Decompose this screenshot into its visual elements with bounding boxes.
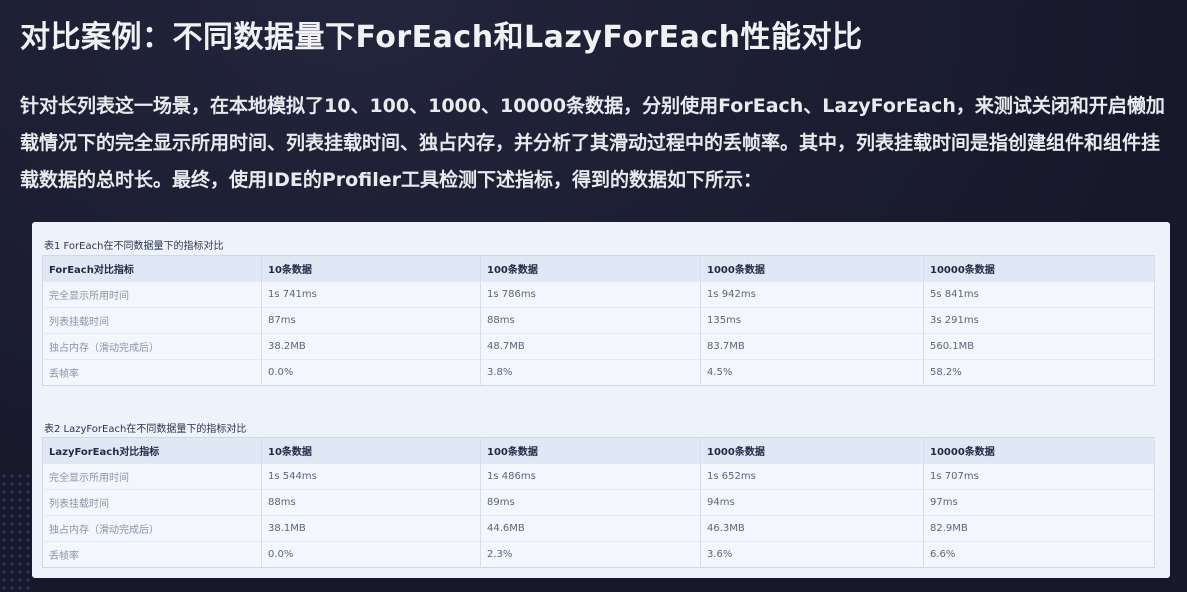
table-cell: 4.5% <box>700 359 924 386</box>
table-header-row: LazyForEach对比指标 10条数据 100条数据 1000条数据 100… <box>42 437 1155 464</box>
metric-name: 丢帧率 <box>42 359 262 386</box>
table-cell: 48.7MB <box>480 333 701 360</box>
table-cell: 83.7MB <box>700 333 924 360</box>
table-cell: 0.0% <box>261 541 481 568</box>
column-header: 100条数据 <box>480 255 701 282</box>
table-cell: 5s 841ms <box>923 281 1155 308</box>
table-row: 完全显示所用时间 1s 544ms 1s 486ms 1s 652ms 1s 7… <box>42 463 1155 490</box>
table-cell: 87ms <box>261 307 481 334</box>
table-cell: 1s 486ms <box>480 463 701 490</box>
table-cell: 0.0% <box>261 359 481 386</box>
table-caption: 表2 LazyForEach在不同数据量下的指标对比 <box>44 424 247 435</box>
table-row: 丢帧率 0.0% 2.3% 3.6% 6.6% <box>42 541 1155 568</box>
table-cell: 97ms <box>923 489 1155 516</box>
table-cell: 3s 291ms <box>923 307 1155 334</box>
metric-name: 独占内存（滑动完成后） <box>42 515 262 542</box>
metric-name: 独占内存（滑动完成后） <box>42 333 262 360</box>
slide-body-text: 针对长列表这一场景，在本地模拟了10、100、1000、10000条数据，分别使… <box>20 95 1165 191</box>
table-cell: 38.1MB <box>261 515 481 542</box>
table-cell: 3.6% <box>700 541 924 568</box>
tables-panel: 表1 ForEach在不同数据量下的指标对比 ForEach对比指标 10条数据… <box>32 222 1170 578</box>
table-row: 丢帧率 0.0% 3.8% 4.5% 58.2% <box>42 359 1155 386</box>
table-cell: 3.8% <box>480 359 701 386</box>
metric-name: 完全显示所用时间 <box>42 281 262 308</box>
table-row: 完全显示所用时间 1s 741ms 1s 786ms 1s 942ms 5s 8… <box>42 281 1155 308</box>
column-header: LazyForEach对比指标 <box>42 437 262 464</box>
column-header: 10000条数据 <box>923 437 1155 464</box>
table-cell: 560.1MB <box>923 333 1155 360</box>
metric-name: 完全显示所用时间 <box>42 463 262 490</box>
column-header: 100条数据 <box>480 437 701 464</box>
table-cell: 82.9MB <box>923 515 1155 542</box>
column-header: 10条数据 <box>261 437 481 464</box>
column-header: 1000条数据 <box>700 437 924 464</box>
metric-name: 列表挂载时间 <box>42 489 262 516</box>
column-header: 1000条数据 <box>700 255 924 282</box>
table-cell: 94ms <box>700 489 924 516</box>
table-cell: 88ms <box>261 489 481 516</box>
lazyforeach-metrics-table: LazyForEach对比指标 10条数据 100条数据 1000条数据 100… <box>42 437 1155 568</box>
table-cell: 2.3% <box>480 541 701 568</box>
column-header: 10条数据 <box>261 255 481 282</box>
metric-name: 丢帧率 <box>42 541 262 568</box>
column-header: ForEach对比指标 <box>42 255 262 282</box>
table-cell: 58.2% <box>923 359 1155 386</box>
table-cell: 1s 544ms <box>261 463 481 490</box>
table-cell: 1s 786ms <box>480 281 701 308</box>
table-cell: 88ms <box>480 307 701 334</box>
slide-title: 对比案例：不同数据量下ForEach和LazyForEach性能对比 <box>20 20 863 55</box>
table-row: 列表挂载时间 87ms 88ms 135ms 3s 291ms <box>42 307 1155 334</box>
foreach-metrics-table: ForEach对比指标 10条数据 100条数据 1000条数据 10000条数… <box>42 255 1155 386</box>
table-cell: 1s 652ms <box>700 463 924 490</box>
table-cell: 46.3MB <box>700 515 924 542</box>
table-row: 独占内存（滑动完成后） 38.2MB 48.7MB 83.7MB 560.1MB <box>42 333 1155 360</box>
table-cell: 1s 707ms <box>923 463 1155 490</box>
table-cell: 1s 942ms <box>700 281 924 308</box>
table-header-row: ForEach对比指标 10条数据 100条数据 1000条数据 10000条数… <box>42 255 1155 282</box>
table-cell: 89ms <box>480 489 701 516</box>
table-cell: 38.2MB <box>261 333 481 360</box>
dot-pattern-decoration <box>0 472 34 592</box>
table-caption: 表1 ForEach在不同数据量下的指标对比 <box>44 241 224 252</box>
metric-name: 列表挂载时间 <box>42 307 262 334</box>
table-row: 列表挂载时间 88ms 89ms 94ms 97ms <box>42 489 1155 516</box>
table-cell: 135ms <box>700 307 924 334</box>
table-cell: 1s 741ms <box>261 281 481 308</box>
column-header: 10000条数据 <box>923 255 1155 282</box>
table-row: 独占内存（滑动完成后） 38.1MB 44.6MB 46.3MB 82.9MB <box>42 515 1155 542</box>
table-cell: 44.6MB <box>480 515 701 542</box>
table-cell: 6.6% <box>923 541 1155 568</box>
